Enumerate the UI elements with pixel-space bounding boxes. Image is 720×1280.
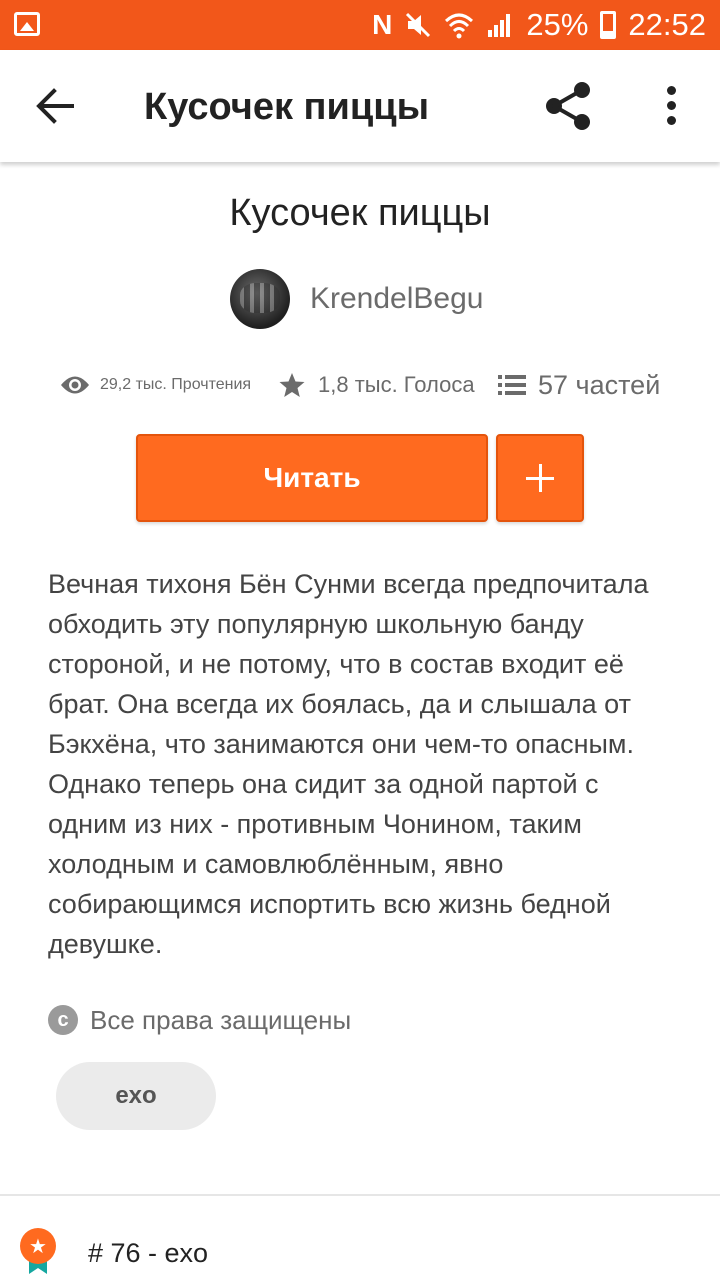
battery-percentage: 25% [526,7,589,42]
tag-chip[interactable]: exo [56,1062,216,1130]
nfc-icon: N [372,9,393,40]
status-icons: N 25% 22:52 [372,6,706,44]
clock: 22:52 [628,7,706,42]
ranking-badge-icon: ★ [20,1226,56,1280]
copyright-text: Все права защищены [90,1004,352,1035]
star-icon [279,373,305,397]
more-vert-icon[interactable] [660,84,684,128]
eye-icon [61,376,89,394]
gallery-icon [14,12,40,36]
share-icon[interactable] [542,80,594,132]
parts-stat[interactable]: 57 частей [498,362,660,408]
author-avatar[interactable] [230,269,290,329]
divider [0,1194,720,1196]
signal-icon [488,14,511,37]
story-title: Кусочек пиццы [229,192,491,234]
battery-icon [600,11,617,39]
mute-icon [406,12,431,38]
author-name[interactable]: KrendelBegu [310,282,483,316]
votes-count: 1,8 тыс. Голоса [318,372,475,397]
copyright-icon: c [48,1005,78,1035]
app-bar: Кусочек пиццы [0,50,720,162]
parts-count[interactable]: 57 частей [538,370,660,401]
author-row[interactable]: KrendelBegu [230,268,483,330]
back-arrow-icon[interactable] [32,86,78,126]
copyright-row: c Все права защищены [48,1000,351,1040]
read-button[interactable]: Читать [136,434,488,522]
ranking-row[interactable]: ★ # 76 - exo [20,1226,208,1280]
reads-stat: 29,2 тыс. Прочтения [60,362,251,408]
story-stats: 29,2 тыс. Прочтения 1,8 тыс. Голоса 57 ч… [60,362,680,408]
story-description: Вечная тихоня Бён Сунми всегда предпочит… [48,569,649,959]
ranking-text[interactable]: # 76 - exo [88,1238,208,1269]
status-bar: N 25% 22:52 [0,0,720,50]
list-icon [498,375,526,395]
wifi-icon [445,13,474,39]
votes-stat: 1,8 тыс. Голоса [278,362,475,408]
reads-count: 29,2 тыс. Прочтения [100,376,252,393]
app-bar-title: Кусочек пиццы [144,86,430,128]
add-to-library-button[interactable] [496,434,584,522]
